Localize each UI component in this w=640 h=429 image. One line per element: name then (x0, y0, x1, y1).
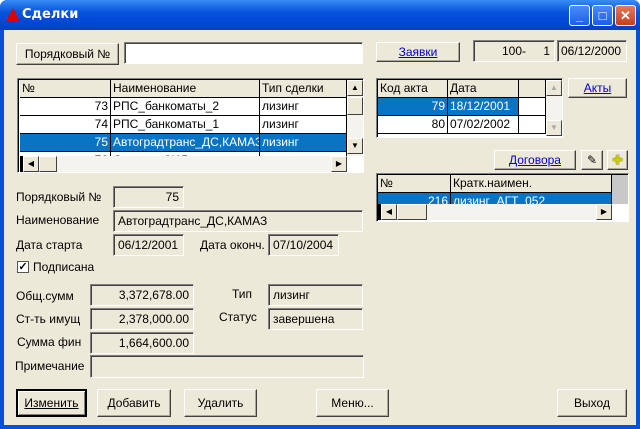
row-number[interactable]: 73 (20, 98, 111, 116)
selected-row-number[interactable]: 75 (20, 134, 111, 152)
scroll-down-arrow[interactable]: ▼ (347, 138, 363, 154)
acts-button-label: Акты (583, 81, 612, 95)
app-icon (6, 8, 20, 22)
row-type[interactable]: лизинг (260, 98, 347, 116)
scroll-down-arrow[interactable]: ▼ (546, 120, 562, 136)
requests-button[interactable]: Заявки (376, 42, 460, 62)
type-label: Тип (232, 287, 253, 301)
exit-button[interactable]: Выход (557, 389, 627, 417)
col-header-short-name[interactable]: Кратк.наимен. (451, 175, 612, 193)
row-name[interactable]: РПС_банкоматы_1 (111, 116, 260, 134)
add-contract-button[interactable]: ✚ (607, 150, 628, 170)
note-field (90, 355, 364, 378)
finance-sum-label: Сумма фин (17, 335, 82, 349)
total-sum-field: 3,372,678.00 (90, 284, 194, 306)
window-title: Сделки (22, 7, 79, 22)
selected-act-date[interactable]: 18/12/2001 (448, 98, 519, 116)
col-header-blank (519, 80, 546, 98)
status-field: завершена (268, 308, 363, 330)
edit-button[interactable]: Изменить (16, 389, 87, 417)
contracts-horizontal-scrollbar[interactable]: ◀ ▶ (378, 204, 612, 220)
scroll-thumb[interactable] (39, 156, 57, 172)
scroll-right-arrow[interactable]: ▶ (596, 204, 612, 220)
signed-label: Подписана (33, 260, 95, 274)
start-date-label: Дата старта (16, 238, 83, 252)
scroll-up-arrow[interactable]: ▲ (546, 80, 562, 96)
requests-button-label: Заявки (398, 45, 438, 59)
order-number-field: 75 (113, 186, 184, 208)
horizontal-scrollbar[interactable]: ◀ ▶ (20, 156, 347, 172)
signed-checkbox[interactable]: ✓ (17, 261, 29, 273)
scroll-thumb[interactable] (347, 97, 363, 115)
code-number: 1 (543, 44, 550, 58)
act-blank (519, 98, 546, 116)
contracts-button[interactable]: Договора (494, 150, 576, 170)
menu-button[interactable]: Меню... (316, 389, 389, 417)
selected-act-code[interactable]: 79 (378, 98, 448, 116)
name-label: Наименование (16, 213, 100, 227)
maximize-button[interactable]: □ (592, 5, 613, 26)
acts-grid[interactable]: Код акта Дата 79 18/12/2001 80 07/02/200… (376, 78, 563, 138)
code-field: 100- 1 (473, 40, 555, 62)
vertical-scrollbar[interactable]: ▲ ▼ (347, 80, 363, 156)
col-header-name[interactable]: Наименование (111, 80, 260, 98)
col-header-act-code[interactable]: Код акта (378, 80, 448, 98)
order-number-input[interactable] (124, 42, 363, 64)
scroll-thumb[interactable] (397, 204, 427, 220)
pencil-icon: ✎ (586, 153, 598, 167)
acts-button[interactable]: Акты (568, 78, 627, 98)
scroll-left-arrow[interactable]: ◀ (23, 156, 39, 172)
deals-grid[interactable]: № Наименование Тип сделки 73 РПС_банкома… (17, 78, 364, 173)
act-blank (519, 116, 546, 134)
selected-row-type[interactable]: лизинг (260, 134, 347, 152)
end-date-label: Дата оконч. (200, 238, 265, 252)
title-bar[interactable]: Сделки _ □ ✕ (0, 0, 640, 30)
order-number-button[interactable]: Порядковый № (16, 43, 119, 65)
col-header-number[interactable]: № (20, 80, 111, 98)
scroll-up-arrow[interactable]: ▲ (347, 80, 363, 96)
date-field: 06/12/2000 (557, 40, 627, 62)
col-header-contract-number[interactable]: № (378, 175, 451, 193)
acts-vertical-scrollbar[interactable]: ▲ ▼ (546, 80, 562, 136)
property-cost-label: Ст-ть имущ (16, 312, 81, 326)
name-field: Автоградтранс_ДС,КАМАЗ (113, 210, 363, 232)
note-label: Примечание (15, 359, 85, 373)
status-label: Статус (219, 310, 257, 324)
col-header-date[interactable]: Дата (448, 80, 519, 98)
minimize-button[interactable]: _ (569, 5, 590, 26)
scroll-left-arrow[interactable]: ◀ (381, 204, 397, 220)
edit-button-label: Изменить (24, 396, 79, 410)
scroll-right-arrow[interactable]: ▶ (331, 156, 347, 172)
code-prefix: 100- (502, 44, 527, 58)
add-button[interactable]: Добавить (97, 389, 171, 417)
edit-contract-button[interactable]: ✎ (581, 150, 603, 170)
row-type[interactable]: лизинг (260, 116, 347, 134)
grid-corner (612, 175, 628, 204)
row-number[interactable]: 74 (20, 116, 111, 134)
row-name[interactable]: РПС_банкоматы_2 (111, 98, 260, 116)
order-number-label: Порядковый № (16, 190, 102, 204)
selected-row-name[interactable]: Автоградтранс_ДС,КАМАЗ (111, 134, 260, 152)
property-cost-field: 2,378,000.00 (90, 308, 194, 330)
type-field: лизинг (268, 284, 363, 306)
finance-sum-field: 1,664,600.00 (90, 332, 194, 354)
end-date-field: 07/10/2004 (268, 234, 339, 256)
contracts-button-label: Договора (509, 153, 561, 167)
close-button[interactable]: ✕ (615, 5, 636, 26)
plus-icon: ✚ (612, 153, 623, 167)
delete-button[interactable]: Удалить (184, 389, 257, 417)
total-sum-label: Общ.сумм (16, 289, 74, 303)
act-code[interactable]: 80 (378, 116, 448, 134)
start-date-field: 06/12/2001 (113, 234, 184, 256)
act-date[interactable]: 07/02/2002 (448, 116, 519, 134)
col-header-type[interactable]: Тип сделки (260, 80, 347, 98)
contracts-grid[interactable]: № Кратк.наимен. 216 лизинг_АГТ_052 ◀ ▶ (376, 173, 629, 222)
